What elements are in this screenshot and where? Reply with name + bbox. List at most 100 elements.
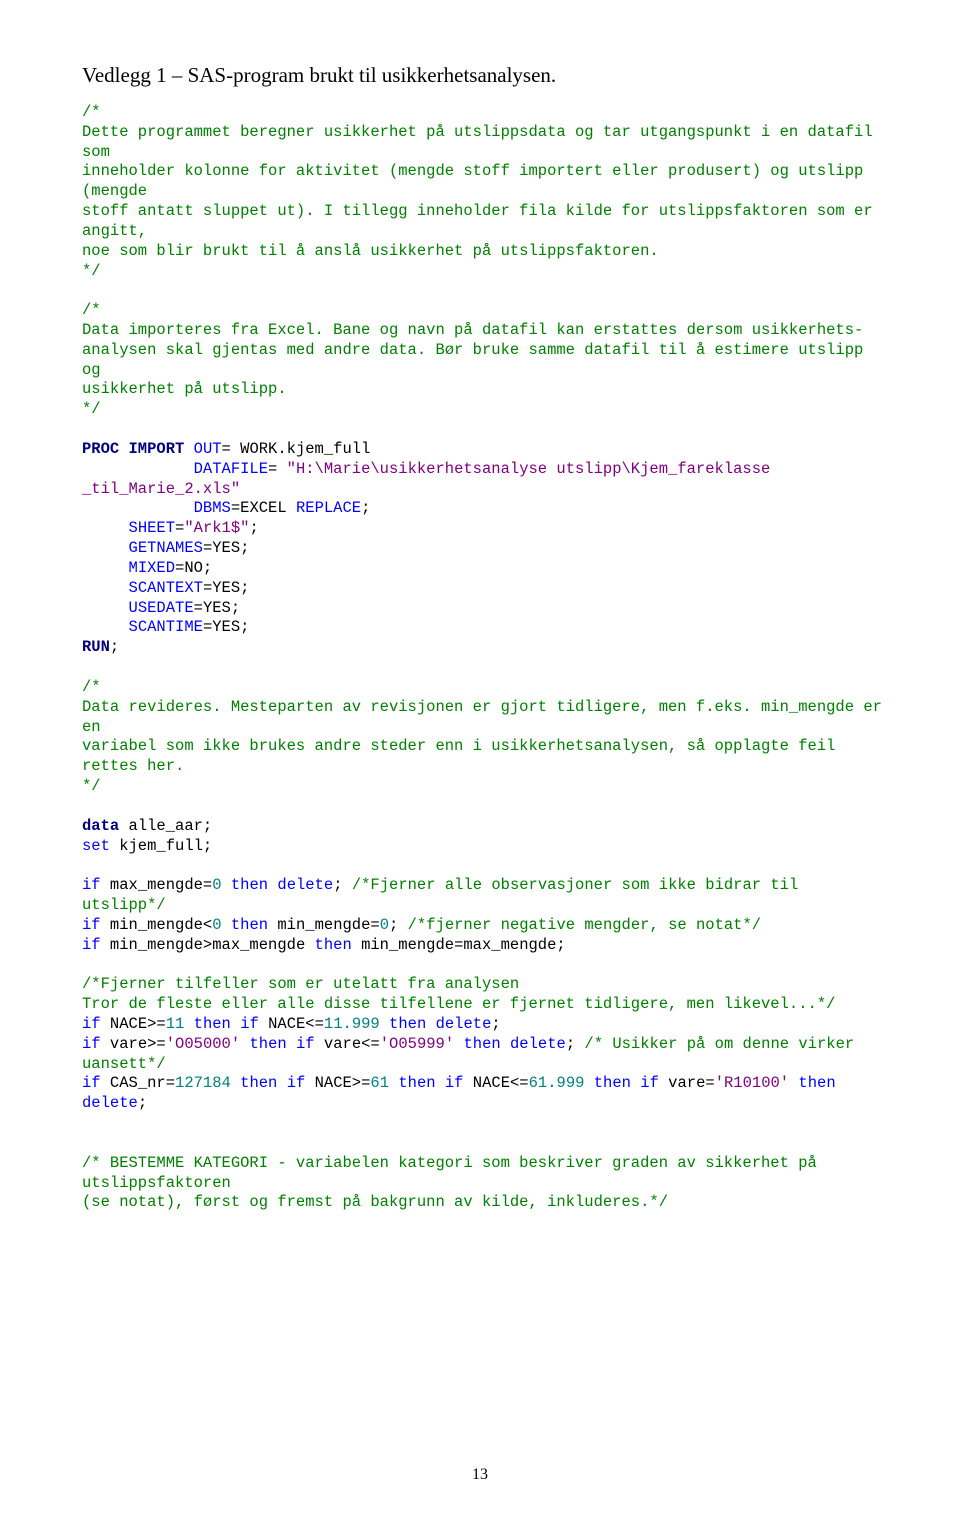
code-span: if	[640, 1074, 659, 1092]
code-span: =	[268, 460, 287, 478]
code-span: min_mengde=max_mengde;	[352, 936, 566, 954]
code-span: /* BESTEMME KATEGORI - variabelen katego…	[82, 1154, 826, 1212]
code-span: if	[82, 876, 101, 894]
code-span	[184, 440, 193, 458]
code-span	[231, 1015, 240, 1033]
code-span: then	[194, 1015, 231, 1033]
code-span: 'R10100'	[715, 1074, 789, 1092]
code-span: "Ark1$"	[184, 519, 249, 537]
code-span: 11.999	[324, 1015, 380, 1033]
code-span: if	[287, 1074, 306, 1092]
code-span	[277, 1074, 286, 1092]
code-span: ;	[138, 1094, 147, 1112]
code-span: delete	[510, 1035, 566, 1053]
code-span: OUT	[194, 440, 222, 458]
code-span: USEDATE	[129, 599, 194, 617]
code-span: ;	[389, 916, 408, 934]
code-span	[836, 1074, 845, 1092]
code-span: then	[389, 1015, 426, 1033]
code-span: NACE<=	[259, 1015, 324, 1033]
code-span: then	[463, 1035, 500, 1053]
code-span: CAS_nr=	[101, 1074, 175, 1092]
code-span: 'O05999'	[380, 1035, 454, 1053]
code-span: then	[231, 916, 268, 934]
code-span: RUN	[82, 638, 110, 656]
code-span: delete	[277, 876, 333, 894]
code-span: if	[82, 936, 101, 954]
code-span: ;	[110, 638, 119, 656]
code-span: 61	[370, 1074, 389, 1092]
code-span	[184, 1015, 193, 1033]
code-span: min_mengde=	[268, 916, 380, 934]
code-span: 'O05000'	[166, 1035, 240, 1053]
code-span: ;	[333, 876, 352, 894]
code-span: 11	[166, 1015, 185, 1033]
code-span: alle_aar;	[119, 817, 212, 835]
code-span: then	[315, 936, 352, 954]
code-span: NACE>=	[101, 1015, 166, 1033]
code-span: MIXED	[129, 559, 176, 577]
code-span: then	[398, 1074, 435, 1092]
code-span: 0	[212, 876, 221, 894]
code-span: ;	[491, 1015, 500, 1033]
code-span: SCANTEXT	[129, 579, 203, 597]
code-span: =YES;	[203, 618, 250, 636]
code-span	[287, 1035, 296, 1053]
code-span: if	[240, 1015, 259, 1033]
code-span: 61.999	[529, 1074, 585, 1092]
code-span: delete	[82, 1094, 138, 1112]
code-span: DATAFILE	[194, 460, 268, 478]
page-title: Vedlegg 1 – SAS-program brukt til usikke…	[82, 62, 888, 89]
code-span: kjem_full;	[110, 837, 212, 855]
code-span: data	[82, 817, 119, 835]
code-span: =	[175, 519, 184, 537]
code-span	[268, 876, 277, 894]
code-span: if	[82, 1074, 101, 1092]
code-span: GETNAMES	[129, 539, 203, 557]
code-span: set	[82, 837, 110, 855]
code-span: ;	[566, 1035, 585, 1053]
code-span: 0	[380, 916, 389, 934]
code-span: /*fjerner negative mengder, se notat*/	[408, 916, 761, 934]
code-span	[631, 1074, 640, 1092]
code-span: DBMS	[194, 499, 231, 517]
code-span: /* Data revideres. Mesteparten av revisj…	[82, 678, 891, 795]
code-span: then	[249, 1035, 286, 1053]
code-span: NACE<=	[463, 1074, 528, 1092]
code-span: if	[296, 1035, 315, 1053]
code-span	[222, 916, 231, 934]
page-number: 13	[0, 1465, 960, 1485]
code-span	[584, 1074, 593, 1092]
code-span	[389, 1074, 398, 1092]
code-span: if	[445, 1074, 464, 1092]
code-span	[436, 1074, 445, 1092]
code-span: then	[798, 1074, 835, 1092]
code-span: /* Dette programmet beregner usikkerhet …	[82, 103, 882, 418]
code-span: if	[82, 1015, 101, 1033]
code-span: 0	[212, 916, 221, 934]
code-span: then	[231, 876, 268, 894]
document-page: Vedlegg 1 – SAS-program brukt til usikke…	[0, 0, 960, 1529]
code-span: max_mengde=	[101, 876, 213, 894]
code-span: NACE>=	[305, 1074, 370, 1092]
code-span: /*Fjerner tilfeller som er utelatt fra a…	[82, 975, 835, 1013]
code-span	[501, 1035, 510, 1053]
code-span: then	[594, 1074, 631, 1092]
code-span: min_mengde>max_mengde	[101, 936, 315, 954]
code-span: min_mengde<	[101, 916, 213, 934]
code-span	[222, 876, 231, 894]
code-span: if	[82, 1035, 101, 1053]
code-span	[231, 1074, 240, 1092]
code-span	[426, 1015, 435, 1033]
code-span	[82, 499, 194, 517]
code-span: if	[82, 916, 101, 934]
code-span: vare<=	[315, 1035, 380, 1053]
code-span: 127184	[175, 1074, 231, 1092]
code-span: vare>=	[101, 1035, 166, 1053]
code-span: vare=	[659, 1074, 715, 1092]
code-block: /* Dette programmet beregner usikkerhet …	[82, 103, 888, 1213]
code-span	[380, 1015, 389, 1033]
code-span: =EXCEL	[231, 499, 296, 517]
code-span: SCANTIME	[129, 618, 203, 636]
code-span: SHEET	[129, 519, 176, 537]
